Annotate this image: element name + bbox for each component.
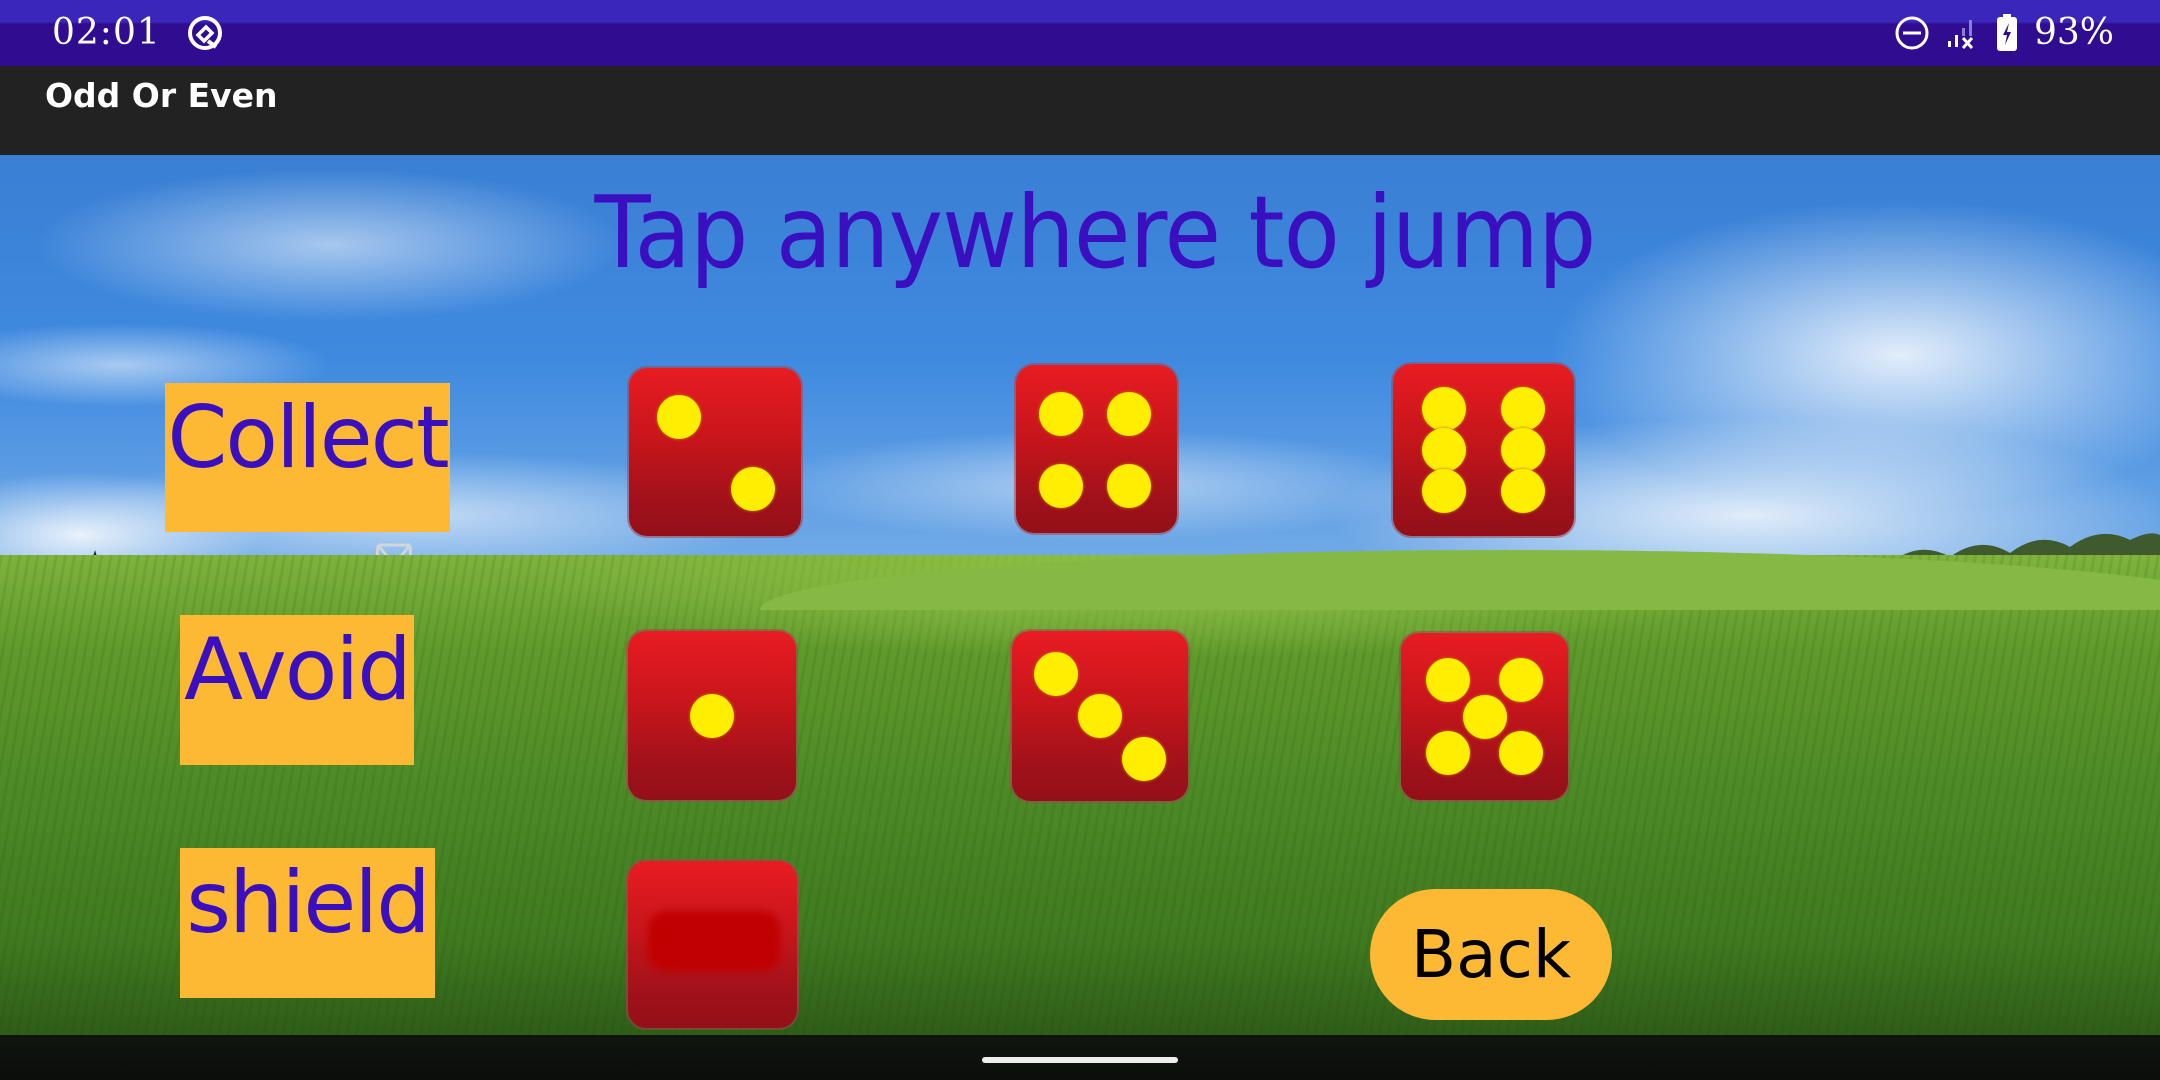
die-pip — [1501, 428, 1546, 472]
home-gesture-handle[interactable] — [982, 1057, 1178, 1063]
shield-die-icon — [628, 861, 797, 1028]
die-pip — [1122, 736, 1166, 781]
battery-charging-icon — [1996, 14, 2017, 51]
label-shield: shield — [180, 848, 435, 998]
label-avoid-text: Avoid — [184, 620, 412, 720]
die-face-3-icon — [1012, 631, 1188, 801]
shield-blot — [648, 911, 781, 972]
die-pip — [1425, 657, 1470, 702]
die-pip — [1501, 386, 1546, 431]
status-time: 02:01 — [52, 12, 161, 53]
die-face-5-icon — [1401, 633, 1568, 800]
instruction-text: Tap anywhere to jump — [594, 174, 1596, 291]
die-pip — [1078, 694, 1122, 738]
die-face-2-icon — [629, 368, 801, 536]
signal-no-connection-icon — [1947, 20, 1974, 50]
status-icons: 93% — [1894, 8, 2114, 58]
label-shield-text: shield — [186, 853, 431, 953]
do-not-disturb-icon — [1895, 16, 1929, 50]
die-pip — [1421, 428, 1466, 472]
status-bar: 02:01 93% — [0, 0, 2160, 66]
die-pip — [730, 466, 775, 511]
die-pip — [1039, 391, 1084, 436]
die-pip — [1501, 469, 1546, 514]
label-avoid: Avoid — [180, 615, 414, 765]
die-pip — [1106, 391, 1151, 436]
die-pip — [1039, 463, 1084, 508]
die-pip — [656, 394, 701, 439]
die-pip — [1425, 731, 1470, 776]
battery-percent: 93% — [2033, 12, 2114, 53]
notification-app-icon — [188, 16, 222, 50]
die-pip — [1421, 469, 1466, 514]
die-pip — [1421, 386, 1466, 431]
app-bar: Odd Or Even — [0, 66, 2160, 155]
game-canvas[interactable]: Tap anywhere to jump Collect Avoid shiel… — [0, 155, 2160, 1035]
die-pip — [1462, 694, 1507, 739]
die-pip — [1499, 657, 1544, 702]
label-collect-text: Collect — [167, 388, 449, 488]
die-pip — [690, 693, 734, 738]
die-pip — [1499, 731, 1544, 776]
label-collect: Collect — [165, 383, 450, 532]
die-face-6-icon — [1393, 364, 1574, 536]
app-title: Odd Or Even — [45, 76, 278, 115]
back-button[interactable]: Back — [1370, 889, 1612, 1020]
die-face-1-icon — [628, 631, 796, 800]
die-pip — [1034, 651, 1078, 696]
navigation-bar — [0, 1035, 2160, 1080]
die-pip — [1106, 463, 1151, 508]
die-face-4-icon — [1016, 365, 1177, 533]
